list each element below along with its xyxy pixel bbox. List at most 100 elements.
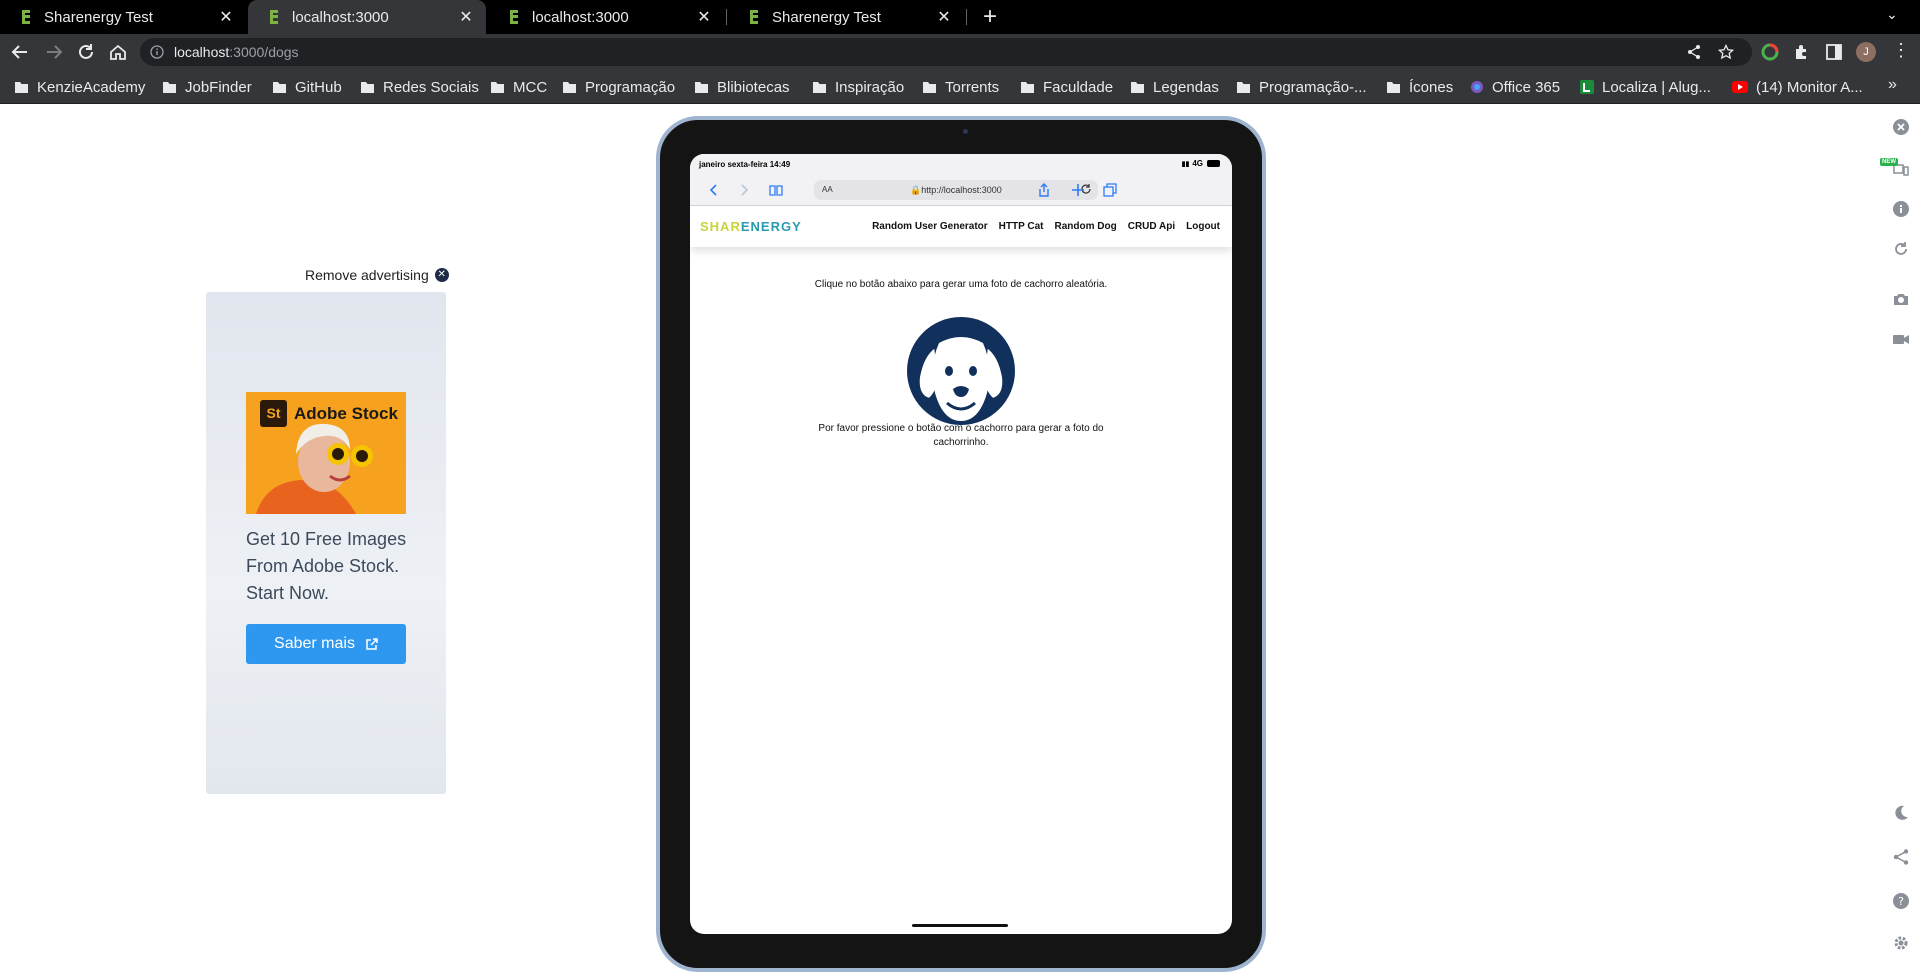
tab-sharenergy-1[interactable]: Sharenergy Test ✕ [0,0,246,34]
ios-status-bar: janeiro sexta-feira 14:49 ▮▮ 4G [690,154,1232,174]
nav-crud-api[interactable]: CRUD Api [1128,221,1175,232]
close-circle-icon[interactable] [1892,118,1910,136]
extension-colorful-icon[interactable] [1760,42,1780,62]
site-info-icon[interactable] [150,45,164,59]
chrome-menu-icon[interactable]: ⋮ [1892,40,1910,60]
saber-mais-label: Saber mais [274,635,355,652]
safari-back-icon[interactable] [706,182,722,198]
ad-image[interactable]: St Adobe Stock [246,392,406,514]
tab-strip: Sharenergy Test ✕ localhost:3000 ✕ local… [0,0,1920,34]
bookmark-mcc[interactable]: MCC [490,78,547,96]
bookmark-star-icon[interactable] [1718,44,1734,60]
tab-search-icon[interactable]: ⌄ [1886,6,1898,23]
nav-http-cat[interactable]: HTTP Cat [999,221,1044,232]
close-tab-icon[interactable]: ✕ [936,7,952,27]
bookmark-programacao-2[interactable]: Programação-... [1236,78,1367,96]
folder-icon [1131,81,1144,93]
folder-icon [1021,81,1034,93]
adobe-stock-brand: Adobe Stock [294,403,398,423]
close-tab-icon[interactable]: ✕ [696,7,712,27]
remove-advertising-link[interactable]: Remove advertising ✕ [305,267,449,283]
tab-sharenergy-2[interactable]: Sharenergy Test ✕ [728,0,964,34]
bookmark-monitor[interactable]: (14) Monitor A... [1732,78,1863,96]
tab-localhost-active[interactable]: localhost:3000 ✕ [248,0,486,34]
settings-gear-icon[interactable] [1892,934,1910,952]
logo-part2: ENERGY [740,219,802,234]
bookmark-label: Legendas [1153,78,1219,96]
safari-new-tab-icon[interactable] [1070,182,1086,198]
reader-aa-button[interactable]: AA [822,185,833,194]
safari-share-icon[interactable] [1036,182,1052,198]
tab-title: localhost:3000 [532,8,629,26]
bookmark-faculdade[interactable]: Faculdade [1020,78,1113,96]
sharenergy-logo[interactable]: SHARENERGY [700,219,802,234]
close-tab-icon[interactable]: ✕ [458,7,474,27]
bookmark-label: JobFinder [185,78,252,96]
nav-random-user-generator[interactable]: Random User Generator [872,221,988,232]
bookmark-label: Redes Sociais [383,78,479,96]
nav-random-dog[interactable]: Random Dog [1055,221,1117,232]
close-circle-icon[interactable]: ✕ [434,268,449,282]
profile-avatar[interactable]: J [1856,42,1876,62]
bookmark-label: Localiza | Alug... [1602,78,1711,96]
bookmark-jobfinder[interactable]: JobFinder [162,78,252,96]
video-record-icon[interactable] [1892,330,1910,348]
url-host: localhost [174,44,230,60]
safari-tabs-icon[interactable] [1102,182,1118,198]
bookmark-github[interactable]: GitHub [272,78,342,96]
home-indicator [912,924,1008,927]
folder-icon [163,81,176,93]
bookmark-redes-sociais[interactable]: Redes Sociais [360,78,479,96]
safari-address-bar[interactable]: AA 🔒http://localhost:3000 [814,180,1098,200]
side-panel-icon[interactable] [1824,42,1844,62]
advertisement-box[interactable]: St Adobe Stock Get 10 Free Images From A… [206,292,446,794]
folder-icon [273,81,286,93]
safari-bookmarks-icon[interactable] [768,182,784,198]
folder-icon [1237,81,1250,93]
share-icon[interactable] [1686,44,1702,60]
bookmark-icones[interactable]: Ícones [1386,78,1453,96]
bookmarks-bar: KenzieAcademy JobFinder GitHub Redes Soc… [0,70,1920,104]
bookmarks-overflow-icon[interactable]: » [1888,76,1897,94]
youtube-icon [1732,81,1748,93]
tablet-screen: janeiro sexta-feira 14:49 ▮▮ 4G AA 🔒http… [690,154,1232,934]
bookmark-localiza[interactable]: Localiza | Alug... [1580,78,1711,96]
right-extension-sidebar: ? [1882,104,1920,976]
dark-mode-moon-icon[interactable] [1892,804,1910,822]
rotate-icon[interactable] [1892,240,1910,258]
help-icon[interactable]: ? [1892,892,1910,910]
saber-mais-button[interactable]: Saber mais [246,624,406,664]
bookmark-label: Torrents [945,78,1000,96]
reload-icon[interactable] [76,42,96,62]
info-icon[interactable] [1892,200,1910,218]
share-icon[interactable] [1892,848,1910,866]
close-tab-icon[interactable]: ✕ [218,7,234,27]
bookmark-office-365[interactable]: Office 365 [1470,78,1560,96]
forward-icon[interactable] [44,42,64,62]
browser-toolbar: localhost:3000/dogs J ⋮ [0,34,1920,70]
bookmark-label: Faculdade [1043,78,1114,96]
camera-dot [963,129,968,134]
safari-forward-icon[interactable] [736,182,752,198]
new-tab-button[interactable]: + [976,3,1004,31]
bookmark-label: Programação-... [1259,78,1367,96]
tab-title: localhost:3000 [292,8,389,26]
tab-localhost-2[interactable]: localhost:3000 ✕ [488,0,724,34]
home-icon[interactable] [108,42,128,62]
back-icon[interactable] [10,42,30,62]
screenshot-camera-icon[interactable] [1892,290,1910,308]
bookmark-kenzieacademy[interactable]: KenzieAcademy [14,78,145,96]
bookmark-label: Office 365 [1492,78,1561,96]
address-bar[interactable]: localhost:3000/dogs [140,38,1752,66]
bookmark-inspiracao[interactable]: Inspiração [812,78,904,96]
status-time: janeiro sexta-feira 14:49 [699,160,791,169]
bookmark-blibiotecas[interactable]: Blibiotecas [694,78,790,96]
generate-dog-button[interactable] [893,303,1029,439]
nav-logout[interactable]: Logout [1186,221,1220,232]
bookmark-programacao[interactable]: Programação [562,78,675,96]
extensions-puzzle-icon[interactable] [1792,42,1812,62]
safari-url-text: 🔒http://localhost:3000 [910,185,1002,195]
bookmark-torrents[interactable]: Torrents [922,78,999,96]
bookmark-legendas[interactable]: Legendas [1130,78,1219,96]
tab-title: Sharenergy Test [772,8,881,26]
